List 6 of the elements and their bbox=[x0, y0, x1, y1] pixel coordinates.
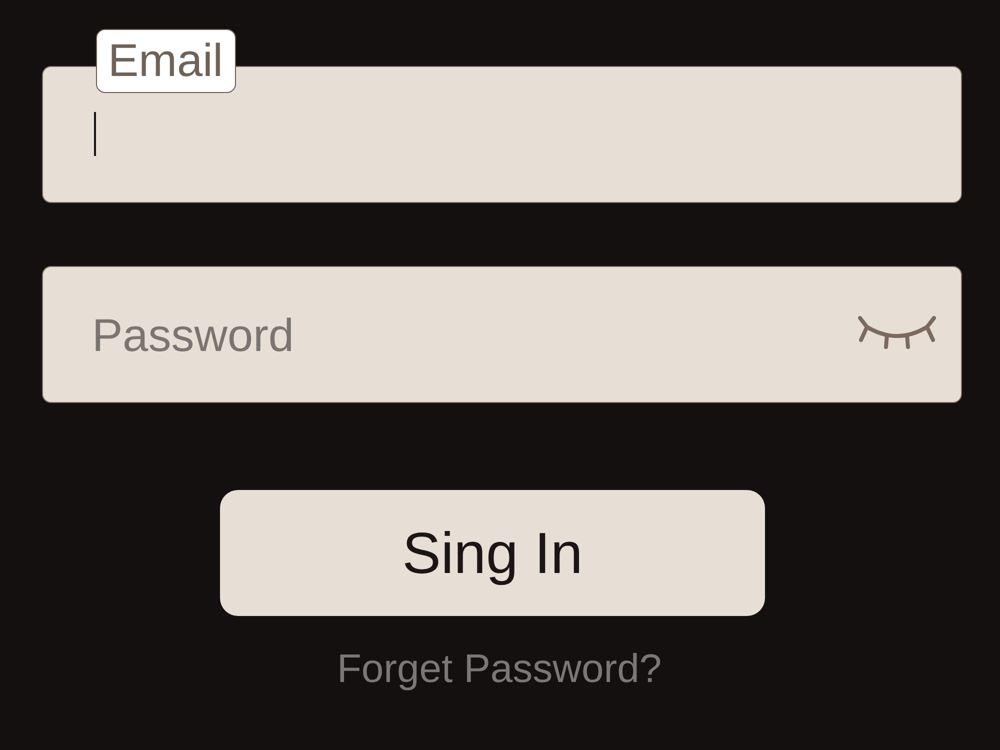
field-label: Email bbox=[96, 29, 236, 93]
password-field[interactable]: Password bbox=[42, 266, 962, 403]
sign-in-button[interactable]: Sing In bbox=[220, 490, 765, 616]
forgot-password-link[interactable]: Forget Password? bbox=[337, 646, 662, 692]
text-cursor bbox=[94, 112, 96, 156]
closed-eye-icon[interactable] bbox=[857, 314, 937, 350]
